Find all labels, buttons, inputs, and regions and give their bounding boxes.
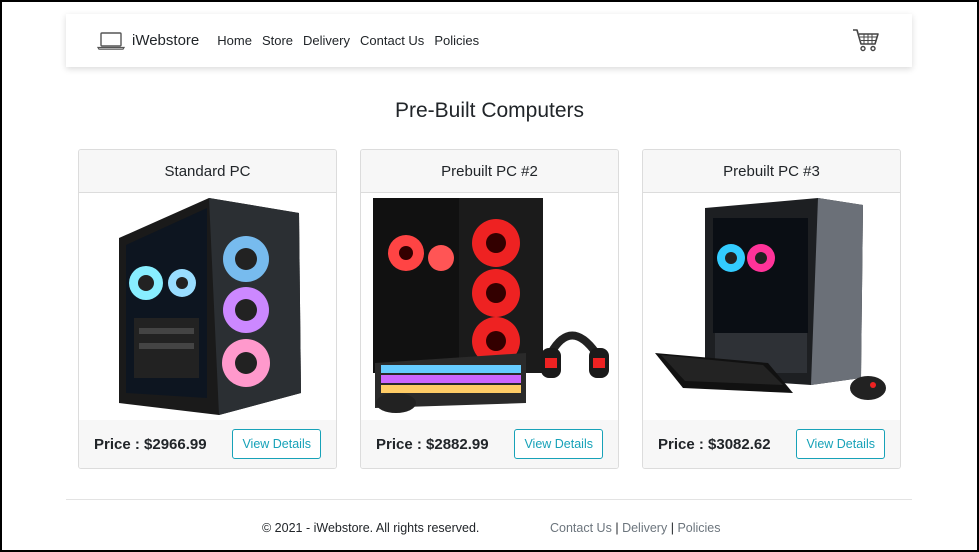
footer-separator: | xyxy=(615,521,619,535)
view-details-button[interactable]: View Details xyxy=(514,429,603,459)
product-name: Prebuilt PC #3 xyxy=(643,150,900,193)
nav-link-store[interactable]: Store xyxy=(262,33,293,48)
nav-link-policies[interactable]: Policies xyxy=(434,33,479,48)
product-name: Standard PC xyxy=(79,150,336,193)
card-footer: Price : $2882.99 View Details xyxy=(361,420,618,468)
footer-link-contact-us[interactable]: Contact Us xyxy=(550,521,612,535)
product-price: Price : $2882.99 xyxy=(376,435,489,453)
shopping-cart-icon[interactable] xyxy=(852,27,880,53)
laptop-icon xyxy=(97,31,125,50)
brand-name: iWebstore xyxy=(132,32,200,49)
navbar: iWebstore Home Store Delivery Contact Us… xyxy=(66,14,912,67)
view-details-button[interactable]: View Details xyxy=(796,429,885,459)
product-card: Standard PC Price : $2966.99 View Detail… xyxy=(78,149,337,469)
footer-link-delivery[interactable]: Delivery xyxy=(622,521,667,535)
nav-links: Home Store Delivery Contact Us Policies xyxy=(217,33,489,48)
product-card: Prebuilt PC #3 Price : $3082.62 View Det… xyxy=(642,149,901,469)
footer-links: Contact Us | Delivery | Policies xyxy=(550,521,721,535)
product-image[interactable] xyxy=(79,193,336,421)
view-details-button[interactable]: View Details xyxy=(232,429,321,459)
brand[interactable]: iWebstore xyxy=(97,31,200,50)
footer-link-policies[interactable]: Policies xyxy=(677,521,720,535)
nav-link-delivery[interactable]: Delivery xyxy=(303,33,350,48)
copyright-text: © 2021 - iWebstore. All rights reserved. xyxy=(262,521,480,535)
nav-link-home[interactable]: Home xyxy=(217,33,252,48)
product-price: Price : $3082.62 xyxy=(658,435,771,453)
footer-separator: | xyxy=(670,521,674,535)
product-name: Prebuilt PC #2 xyxy=(361,150,618,193)
footer-divider xyxy=(66,499,912,500)
page-title: Pre-Built Computers xyxy=(394,99,585,122)
card-footer: Price : $3082.62 View Details xyxy=(643,420,900,468)
product-image[interactable] xyxy=(361,193,618,421)
product-price: Price : $2966.99 xyxy=(94,435,207,453)
nav-link-contact-us[interactable]: Contact Us xyxy=(360,33,424,48)
product-image[interactable] xyxy=(643,193,900,421)
card-footer: Price : $2966.99 View Details xyxy=(79,420,336,468)
product-card: Prebuilt PC #2 Price : $2882.99 View Det… xyxy=(360,149,619,469)
